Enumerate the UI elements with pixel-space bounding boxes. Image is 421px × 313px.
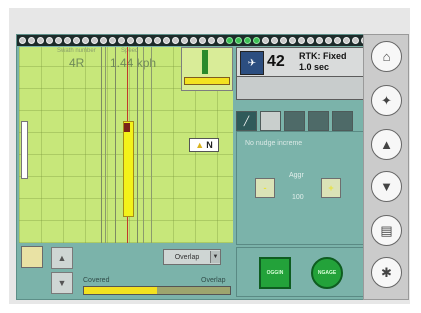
nudge-message: No nudge increme (245, 140, 303, 147)
rtk-age: 1.0 sec (299, 62, 330, 72)
coverage-swath (123, 121, 134, 217)
guidance-line (137, 47, 138, 243)
coverage-strip: ▲ ▼ Overlap ▼ Covered Overlap (19, 244, 233, 296)
tractor-icon (124, 123, 130, 132)
tool-tabs: ╱ (236, 111, 362, 131)
scroll-up-button[interactable]: ▲ (51, 247, 73, 269)
tab-3[interactable] (284, 111, 305, 131)
info-bar (236, 76, 364, 100)
guidance-line (151, 47, 152, 243)
satellite-icon: ✈ (240, 51, 264, 75)
engage-panel: OGGIN NGAGE (236, 247, 364, 297)
logging-button[interactable]: OGGIN (259, 257, 291, 289)
field-map[interactable]: Swath number 4R Speed 1.44 kph ▲ N (19, 47, 233, 243)
guidance-line (115, 47, 116, 243)
book-icon[interactable]: ▤ (371, 215, 402, 246)
layer-icon[interactable] (21, 246, 43, 268)
nudge-panel: No nudge increme - + Aggr 100 (236, 131, 364, 245)
coverage-meter-fill (84, 287, 157, 294)
up-arrow-icon[interactable]: ▲ (371, 129, 402, 160)
satellite-count: 42 (267, 53, 285, 70)
guidance-line (105, 47, 106, 243)
overlap-label: Overlap (201, 277, 226, 284)
tab-line-tool[interactable]: ╱ (236, 111, 257, 131)
aggressiveness-value: 100 (292, 194, 304, 201)
tab-selected[interactable] (260, 111, 281, 131)
guidance-line (101, 47, 102, 243)
heading-badge: ▲ N (189, 138, 219, 152)
guidance-screen: Swath number 4R Speed 1.44 kph ▲ N ▲ ▼ Ov… (16, 34, 365, 300)
covered-label: Covered (83, 277, 110, 284)
swath-number-label: Swath number (57, 48, 96, 54)
speed-label: Speed (121, 48, 139, 54)
heading-letter: N (206, 140, 213, 150)
rtk-status: RTK: Fixed (299, 51, 347, 61)
aggressiveness-label: Aggr (289, 172, 304, 179)
side-button-bar: ⌂ ✦ ▲ ▬▬▬▬▬▬ ▼ ▤ ✱ (363, 34, 409, 300)
swath-number-value: 4R (69, 56, 85, 70)
engage-button[interactable]: NGAGE (311, 257, 343, 289)
home-icon[interactable]: ⌂ (371, 41, 402, 72)
guidance-line (143, 47, 144, 243)
implement-minimap (181, 47, 233, 91)
tab-5[interactable] (332, 111, 353, 131)
speed-value: 1.44 kph (110, 56, 157, 70)
left-edge-marker (21, 121, 28, 179)
gps-status: ✈ 42 RTK: Fixed 1.0 sec (236, 47, 364, 77)
coverage-mode-value: Overlap (174, 253, 200, 261)
coverage-mode-select[interactable]: Overlap ▼ (163, 249, 221, 265)
wrench-icon[interactable]: ✦ (371, 85, 402, 116)
minus-button[interactable]: - (255, 178, 275, 198)
plus-button[interactable]: + (321, 178, 341, 198)
chain-header (17, 35, 364, 46)
chevron-down-icon: ▼ (210, 251, 220, 263)
scroll-down-button[interactable]: ▼ (51, 272, 73, 294)
down-arrow-icon[interactable]: ▼ (371, 171, 402, 202)
coverage-meter (83, 286, 231, 295)
tab-4[interactable] (308, 111, 329, 131)
runner-icon[interactable]: ✱ (371, 257, 402, 288)
